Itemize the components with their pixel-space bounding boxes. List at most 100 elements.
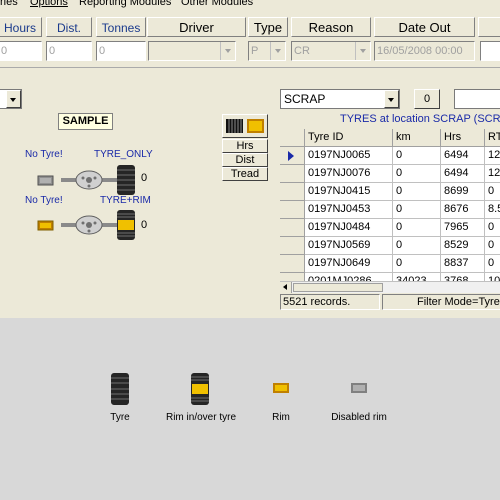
driver-select[interactable] bbox=[148, 41, 236, 61]
row-indicator[interactable] bbox=[280, 219, 305, 237]
scroll-left-icon[interactable] bbox=[280, 282, 292, 293]
extra-field[interactable] bbox=[480, 41, 500, 61]
grid-cell[interactable]: 0 bbox=[393, 183, 441, 201]
tyre-management-window: ries Options Reporting Modules Other Mod… bbox=[0, 0, 500, 318]
grid-cell[interactable]: 0 bbox=[393, 165, 441, 183]
grid-caption: TYRES at location SCRAP (SCRA bbox=[280, 112, 500, 128]
grid-cell[interactable]: 12. bbox=[485, 147, 500, 165]
grid-cell[interactable]: 8699 bbox=[441, 183, 485, 201]
grid-cell[interactable]: 6494 bbox=[441, 165, 485, 183]
search-input[interactable] bbox=[454, 89, 500, 109]
menu-bar: ries Options Reporting Modules Other Mod… bbox=[0, 0, 500, 10]
chevron-down-icon[interactable] bbox=[384, 90, 399, 108]
grid-cell[interactable]: 34023 bbox=[393, 273, 441, 281]
header-dist: Dist. bbox=[46, 17, 92, 37]
reason-select[interactable]: CR bbox=[291, 41, 371, 61]
grid-header-hrs[interactable]: Hrs bbox=[441, 129, 485, 147]
grid-cell[interactable]: 8.5 bbox=[485, 201, 500, 219]
grid-cell[interactable]: 10 bbox=[485, 273, 500, 281]
location-value: SCRAP bbox=[284, 92, 326, 106]
grid-cell[interactable]: 0 bbox=[485, 183, 500, 201]
grid-cell[interactable]: 0 bbox=[485, 237, 500, 255]
row-indicator[interactable] bbox=[280, 147, 305, 165]
legend-rim-in-tyre-label: Rim in/over tyre bbox=[165, 412, 236, 423]
row-indicator[interactable] bbox=[280, 183, 305, 201]
left-select[interactable] bbox=[0, 89, 22, 109]
grid-cell[interactable]: 12 bbox=[485, 165, 500, 183]
grid-cell[interactable]: 0197NJ0065 bbox=[305, 147, 393, 165]
grid-cell[interactable]: 0 bbox=[393, 219, 441, 237]
date-out-field[interactable]: 16/05/2008 00:00 bbox=[374, 41, 475, 61]
chevron-down-icon[interactable] bbox=[6, 90, 21, 108]
row-indicator[interactable] bbox=[280, 237, 305, 255]
grid-cell[interactable]: 0 bbox=[393, 147, 441, 165]
grid-cell[interactable]: 0197NJ0415 bbox=[305, 183, 393, 201]
rim-in-tyre-icon bbox=[191, 373, 209, 405]
hours-field[interactable]: 0 bbox=[0, 41, 42, 61]
horizontal-scrollbar[interactable] bbox=[280, 281, 500, 293]
location-select[interactable]: SCRAP bbox=[280, 89, 400, 109]
chevron-down-icon[interactable] bbox=[220, 42, 235, 60]
menu-item-options[interactable]: Options bbox=[30, 0, 68, 8]
grid-cell[interactable]: 8837 bbox=[441, 255, 485, 273]
grid-header-rt[interactable]: RT bbox=[485, 129, 500, 147]
header-driver: Driver bbox=[147, 17, 246, 37]
view-toggle[interactable] bbox=[222, 114, 268, 138]
grid-cell[interactable]: 0 bbox=[393, 201, 441, 219]
rim-icon bbox=[273, 383, 289, 393]
records-status: 5521 records. bbox=[280, 294, 380, 310]
header-tonnes: Tonnes bbox=[96, 17, 146, 37]
grid-cell[interactable]: 0 bbox=[485, 219, 500, 237]
count-button[interactable]: 0 bbox=[414, 89, 440, 109]
row-indicator[interactable] bbox=[280, 255, 305, 273]
chevron-down-icon[interactable] bbox=[270, 42, 285, 60]
no-tyre-label-2: No Tyre! bbox=[25, 195, 63, 206]
menu-item-reporting-modules[interactable]: Reporting Modules bbox=[79, 0, 171, 8]
grid-cell[interactable]: 8529 bbox=[441, 237, 485, 255]
grid-cell[interactable]: 6494 bbox=[441, 147, 485, 165]
grid-cell[interactable]: 0197NJ0649 bbox=[305, 255, 393, 273]
grid-cell[interactable]: 0 bbox=[485, 255, 500, 273]
grid-cell[interactable]: 0201MJ0286 bbox=[305, 273, 393, 281]
grid-header-tyre-id[interactable]: Tyre ID bbox=[305, 129, 393, 147]
divider bbox=[0, 67, 500, 68]
tyre-only-label: TYRE_ONLY bbox=[94, 149, 153, 160]
no-tyre-label-1: No Tyre! bbox=[25, 149, 63, 160]
chevron-down-icon[interactable] bbox=[355, 42, 370, 60]
grid-cell[interactable]: 0 bbox=[393, 237, 441, 255]
row-indicator[interactable] bbox=[280, 165, 305, 183]
row-indicator[interactable] bbox=[280, 201, 305, 219]
filter-status: Filter Mode=Tyre bbox=[382, 294, 500, 310]
tyre-rim-label: TYRE+RIM bbox=[100, 195, 151, 206]
grid-cell[interactable]: 0197NJ0484 bbox=[305, 219, 393, 237]
type-value: P bbox=[251, 45, 259, 57]
legend-rim-label: Rim bbox=[272, 412, 290, 423]
dist-field[interactable]: 0 bbox=[46, 41, 92, 61]
grid-cell[interactable]: 0197NJ0569 bbox=[305, 237, 393, 255]
row-indicator[interactable] bbox=[280, 273, 305, 281]
menu-item-ries[interactable]: ries bbox=[0, 0, 18, 8]
legend-tyre-label: Tyre bbox=[110, 412, 130, 423]
reason-value: CR bbox=[294, 45, 310, 57]
type-select[interactable]: P bbox=[248, 41, 286, 61]
scroll-thumb[interactable] bbox=[293, 283, 383, 292]
tread-button[interactable]: Tread bbox=[222, 167, 268, 181]
dist-button[interactable]: Dist bbox=[222, 153, 268, 167]
tonnes-field[interactable]: 0 bbox=[96, 41, 146, 61]
disabled-rim-icon bbox=[351, 383, 367, 393]
header-reason: Reason bbox=[291, 17, 371, 37]
grid-cell[interactable]: 8676 bbox=[441, 201, 485, 219]
hrs-button[interactable]: Hrs bbox=[222, 139, 268, 153]
grid-cell[interactable]: 0 bbox=[393, 255, 441, 273]
grid-cell[interactable]: 0197NJ0453 bbox=[305, 201, 393, 219]
grid-cell[interactable]: 0197NJ0076 bbox=[305, 165, 393, 183]
current-row-arrow-icon bbox=[288, 151, 294, 161]
header-extra bbox=[478, 17, 500, 37]
menu-item-other-modules[interactable]: Other Modules bbox=[181, 0, 253, 8]
grid-header-km[interactable]: km bbox=[393, 129, 441, 147]
tyres-grid[interactable]: Tyre ID km Hrs RT 0197NJ00650649412.0197… bbox=[280, 129, 500, 281]
sample-label: SAMPLE bbox=[58, 113, 113, 130]
grid-cell[interactable]: 3768 bbox=[441, 273, 485, 281]
tyre-icon bbox=[111, 373, 129, 405]
grid-cell[interactable]: 7965 bbox=[441, 219, 485, 237]
